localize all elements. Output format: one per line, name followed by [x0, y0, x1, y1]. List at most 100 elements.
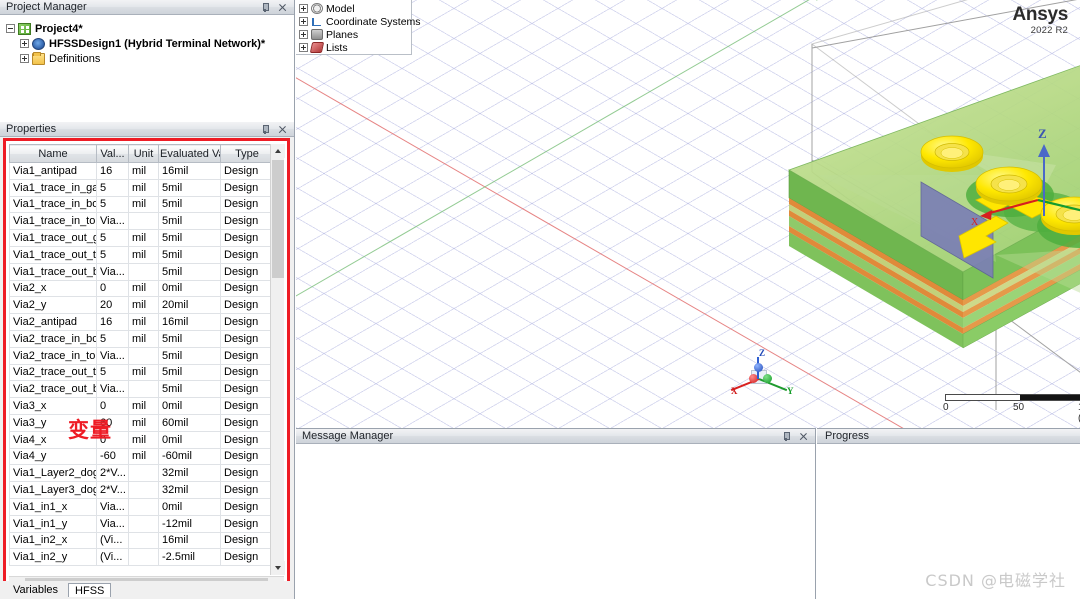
table-row[interactable]: Via1_in1_x Via... 0mil Design — [9, 498, 274, 516]
cell-evaluated-value[interactable]: 5mil — [158, 364, 221, 382]
cell-evaluated-value[interactable]: 5mil — [158, 229, 221, 247]
cell-name[interactable]: Via2_trace_in_top — [9, 347, 97, 365]
column-header-evaluated-value[interactable]: Evaluated Va... — [158, 144, 221, 163]
table-row[interactable]: Via1_trace_in_gap 5 mil 5mil Design — [9, 179, 274, 197]
cell-type[interactable]: Design — [220, 196, 274, 214]
cell-evaluated-value[interactable]: 16mil — [158, 162, 221, 180]
cell-evaluated-value[interactable]: -12mil — [158, 515, 221, 533]
cell-name[interactable]: Via2_antipad — [9, 313, 97, 331]
cell-name[interactable]: Via2_y — [9, 296, 97, 315]
cell-value[interactable]: 5 — [96, 364, 129, 382]
cell-value[interactable]: Via... — [96, 498, 129, 516]
cell-value[interactable]: 0 — [96, 280, 129, 298]
cell-name[interactable]: Via3_y — [9, 414, 97, 432]
cell-name[interactable]: Via1_in1_y — [9, 515, 97, 533]
table-row[interactable]: Via1_in1_y Via... -12mil Design — [9, 515, 274, 533]
cell-value[interactable]: 16 — [96, 313, 129, 331]
tree-item-project[interactable]: Project4* — [6, 21, 294, 36]
table-row[interactable]: Via2_x 0 mil 0mil Design — [9, 280, 274, 298]
cell-value[interactable]: 5 — [96, 246, 129, 264]
tree-item-model[interactable]: Model — [299, 2, 411, 15]
cell-type[interactable]: Design — [220, 548, 274, 567]
cell-unit[interactable]: mil — [128, 162, 159, 180]
tree-item-lists[interactable]: Lists — [299, 41, 411, 54]
cell-evaluated-value[interactable]: -60mil — [158, 448, 221, 466]
cell-name[interactable]: Via1_trace_in_top — [9, 212, 97, 231]
cell-evaluated-value[interactable]: 60mil — [158, 414, 221, 432]
cell-name[interactable]: Via1_in1_x — [9, 498, 97, 516]
cell-value[interactable]: Via... — [96, 212, 129, 231]
cell-type[interactable]: Design — [220, 515, 274, 533]
cell-name[interactable]: Via1_trace_in_bot — [9, 196, 97, 214]
cell-type[interactable]: Design — [220, 246, 274, 264]
cell-name[interactable]: Via1_trace_out_gap — [9, 229, 97, 247]
properties-vertical-scrollbar[interactable] — [270, 144, 285, 575]
cell-evaluated-value[interactable]: 0mil — [158, 431, 221, 449]
cell-type[interactable]: Design — [220, 364, 274, 382]
table-row[interactable]: Via1_in2_x (Vi... 16mil Design — [9, 532, 274, 550]
close-icon[interactable] — [277, 124, 287, 135]
cell-unit[interactable] — [128, 347, 159, 365]
cell-unit[interactable]: mil — [128, 364, 159, 382]
table-row[interactable]: Via2_trace_in_top Via... 5mil Design — [9, 347, 274, 365]
table-row[interactable]: Via3_y 60 mil 60mil Design — [9, 414, 274, 432]
cell-type[interactable]: Design — [220, 464, 274, 483]
axis-triad[interactable]: Y X Z — [729, 348, 799, 403]
cell-type[interactable]: Design — [220, 532, 274, 550]
cell-unit[interactable]: mil — [128, 448, 159, 466]
cell-unit[interactable]: mil — [128, 330, 159, 348]
cell-name[interactable]: Via1_Layer3_dog... — [9, 481, 97, 499]
triad-y-handle[interactable] — [763, 374, 772, 383]
cell-unit[interactable] — [128, 548, 159, 567]
tree-item-hfssdesign1[interactable]: HFSSDesign1 (Hybrid Terminal Network)* — [6, 36, 294, 51]
cell-name[interactable]: Via1_trace_out_bot — [9, 263, 97, 281]
cell-unit[interactable]: mil — [128, 414, 159, 432]
cell-evaluated-value[interactable]: 20mil — [158, 296, 221, 315]
pin-icon[interactable] — [260, 2, 270, 13]
cell-evaluated-value[interactable]: 0mil — [158, 397, 221, 415]
cell-type[interactable]: Design — [220, 179, 274, 197]
vertical-scrollbar-thumb[interactable] — [272, 160, 284, 278]
message-list[interactable] — [296, 444, 815, 599]
expander-plus-icon[interactable] — [20, 54, 29, 63]
cell-name[interactable]: Via1_in2_x — [9, 532, 97, 550]
cell-value[interactable]: 2*V... — [96, 481, 129, 499]
tab-hfss[interactable]: HFSS — [68, 583, 112, 597]
tree-item-definitions[interactable]: Definitions — [6, 51, 294, 66]
cell-unit[interactable] — [128, 464, 159, 483]
cell-value[interactable]: (Vi... — [96, 532, 129, 550]
cell-type[interactable]: Design — [220, 296, 274, 315]
expander-plus-icon[interactable] — [299, 17, 308, 26]
cell-type[interactable]: Design — [220, 448, 274, 466]
cell-unit[interactable]: mil — [128, 397, 159, 415]
column-header-type[interactable]: Type — [220, 144, 274, 163]
cell-evaluated-value[interactable]: 16mil — [158, 313, 221, 331]
table-row[interactable]: Via2_antipad 16 mil 16mil Design — [9, 313, 274, 331]
chevron-down-icon[interactable] — [271, 561, 285, 575]
cell-name[interactable]: Via2_trace_out_top — [9, 364, 97, 382]
cell-value[interactable]: 20 — [96, 296, 129, 315]
column-header-name[interactable]: Name — [9, 144, 97, 163]
cell-name[interactable]: Via2_x — [9, 280, 97, 298]
column-header-value[interactable]: Val... — [96, 144, 129, 163]
cell-name[interactable]: Via1_Layer2_dog... — [9, 464, 97, 483]
cell-unit[interactable]: mil — [128, 179, 159, 197]
cell-name[interactable]: Via1_antipad — [9, 162, 97, 180]
cell-type[interactable]: Design — [220, 162, 274, 180]
cell-value[interactable]: 60 — [96, 414, 129, 432]
table-row[interactable]: Via1_trace_in_top Via... 5mil Design — [9, 212, 274, 231]
cell-value[interactable]: Via... — [96, 347, 129, 365]
cell-evaluated-value[interactable]: 5mil — [158, 380, 221, 399]
close-icon[interactable] — [277, 2, 287, 13]
cell-evaluated-value[interactable]: 0mil — [158, 498, 221, 516]
table-row[interactable]: Via2_trace_out_top5mil5milDesign — [9, 364, 274, 382]
cell-evaluated-value[interactable]: 5mil — [158, 263, 221, 281]
3d-modeler-viewport[interactable]: X Y Z Model Coordinate Systems — [296, 0, 1080, 428]
cell-evaluated-value[interactable]: 5mil — [158, 179, 221, 197]
expander-plus-icon[interactable] — [20, 39, 29, 48]
cell-evaluated-value[interactable]: 32mil — [158, 464, 221, 483]
cell-type[interactable]: Design — [220, 380, 274, 399]
triad-z-handle[interactable] — [754, 363, 763, 372]
table-row[interactable]: Via1_trace_out_botVia... 5milDesign — [9, 263, 274, 281]
expander-plus-icon[interactable] — [299, 30, 308, 39]
